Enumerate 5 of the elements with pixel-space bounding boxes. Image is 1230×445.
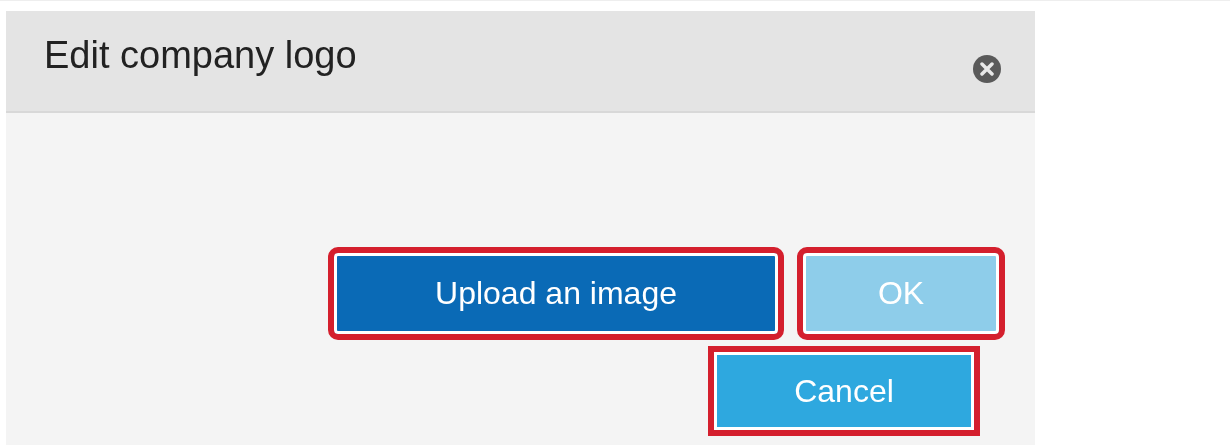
- dialog-title: Edit company logo: [44, 33, 357, 77]
- dialog-button[interactable]: Upload an image: [328, 247, 784, 340]
- dialog-button[interactable]: Cancel: [708, 346, 980, 436]
- close-button[interactable]: [973, 55, 1001, 83]
- close-icon: [980, 62, 994, 76]
